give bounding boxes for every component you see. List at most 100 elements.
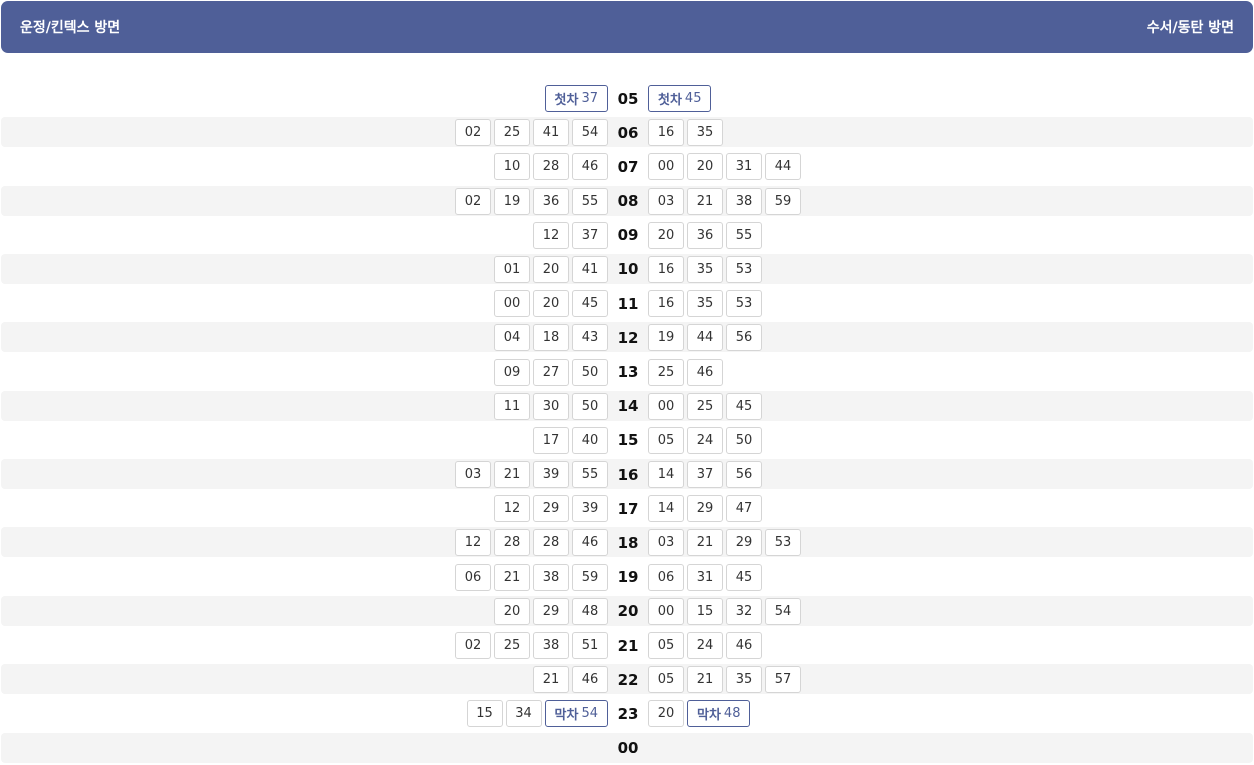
left-departure-chip[interactable]: 34 (505, 700, 542, 728)
right-departure-chip[interactable]: 50 (726, 426, 762, 454)
left-departure-chip[interactable]: 55 (572, 187, 608, 215)
right-departure-chip[interactable]: 21 (687, 187, 723, 215)
left-departure-chip[interactable]: 48 (572, 597, 608, 625)
left-departure-chip[interactable]: 11 (494, 392, 530, 420)
right-departure-chip[interactable]: 31 (687, 563, 723, 591)
left-departure-chip[interactable]: 41 (572, 255, 608, 283)
right-departure-chip[interactable]: 44 (765, 153, 801, 181)
left-departure-chip[interactable]: 04 (494, 324, 530, 352)
right-departure-chip[interactable]: 00 (648, 153, 684, 181)
right-departure-chip[interactable]: 24 (687, 426, 723, 454)
right-departure-chip[interactable]: 35 (687, 290, 723, 318)
left-departure-chip[interactable]: 19 (494, 187, 530, 215)
left-departure-chip[interactable]: 03 (455, 461, 491, 489)
right-departure-chip[interactable]: 59 (765, 187, 801, 215)
left-departure-chip[interactable]: 37 (572, 221, 608, 249)
right-departure-chip[interactable]: 24 (687, 632, 723, 659)
right-departure-chip[interactable]: 56 (726, 324, 762, 352)
left-departure-chip[interactable]: 28 (494, 529, 530, 557)
left-departure-chip[interactable]: 06 (455, 563, 491, 591)
right-departure-chip[interactable]: 14 (648, 495, 684, 523)
right-departure-chip[interactable]: 31 (726, 153, 762, 181)
left-departure-chip[interactable]: 02 (455, 119, 491, 147)
right-departure-chip[interactable]: 03 (648, 187, 684, 215)
left-departure-chip[interactable]: 39 (533, 461, 569, 489)
left-departure-chip[interactable]: 25 (494, 119, 530, 147)
left-special-departure-chip[interactable]: 막차 54 (544, 700, 608, 728)
left-departure-chip[interactable]: 09 (494, 358, 530, 386)
left-departure-chip[interactable]: 20 (533, 255, 569, 283)
right-departure-chip[interactable]: 45 (726, 392, 762, 420)
left-departure-chip[interactable]: 40 (572, 426, 608, 454)
left-departure-chip[interactable]: 20 (494, 597, 530, 625)
right-departure-chip[interactable]: 05 (648, 666, 684, 694)
right-special-departure-chip[interactable]: 첫차 45 (648, 85, 712, 112)
left-departure-chip[interactable]: 12 (533, 221, 569, 249)
left-departure-chip[interactable]: 27 (533, 358, 569, 386)
right-departure-chip[interactable]: 19 (648, 324, 684, 352)
right-departure-chip[interactable]: 25 (687, 392, 723, 420)
left-departure-chip[interactable]: 28 (533, 153, 569, 181)
right-departure-chip[interactable]: 37 (687, 461, 723, 489)
left-departure-chip[interactable]: 00 (494, 290, 530, 318)
right-departure-chip[interactable]: 36 (687, 221, 723, 249)
right-departure-chip[interactable]: 53 (726, 255, 762, 283)
right-departure-chip[interactable]: 00 (648, 392, 684, 420)
left-departure-chip[interactable]: 28 (533, 529, 569, 557)
left-departure-chip[interactable]: 30 (533, 392, 569, 420)
left-departure-chip[interactable]: 15 (466, 700, 503, 728)
right-departure-chip[interactable]: 57 (765, 666, 801, 694)
right-departure-chip[interactable]: 15 (687, 597, 723, 625)
right-departure-chip[interactable]: 54 (765, 597, 801, 625)
right-departure-chip[interactable]: 20 (648, 221, 684, 249)
right-departure-chip[interactable]: 05 (648, 426, 684, 454)
left-departure-chip[interactable]: 46 (572, 666, 608, 694)
left-departure-chip[interactable]: 29 (533, 495, 569, 523)
right-departure-chip[interactable]: 35 (687, 255, 723, 283)
right-departure-chip[interactable]: 35 (687, 119, 723, 147)
right-departure-chip[interactable]: 32 (726, 597, 762, 625)
right-departure-chip[interactable]: 16 (648, 255, 684, 283)
right-departure-chip[interactable]: 38 (726, 187, 762, 215)
right-departure-chip[interactable]: 46 (687, 358, 723, 386)
right-departure-chip[interactable]: 55 (726, 221, 762, 249)
left-departure-chip[interactable]: 25 (494, 632, 530, 659)
right-departure-chip[interactable]: 03 (648, 529, 684, 557)
left-departure-chip[interactable]: 59 (572, 563, 608, 591)
left-departure-chip[interactable]: 21 (533, 666, 569, 694)
left-departure-chip[interactable]: 50 (572, 358, 608, 386)
right-departure-chip[interactable]: 56 (726, 461, 762, 489)
right-departure-chip[interactable]: 06 (648, 563, 684, 591)
right-departure-chip[interactable]: 53 (765, 529, 801, 557)
right-departure-chip[interactable]: 44 (687, 324, 723, 352)
right-departure-chip[interactable]: 00 (648, 597, 684, 625)
left-departure-chip[interactable]: 02 (455, 187, 491, 215)
left-departure-chip[interactable]: 18 (533, 324, 569, 352)
left-departure-chip[interactable]: 29 (533, 597, 569, 625)
right-departure-chip[interactable]: 29 (687, 495, 723, 523)
left-departure-chip[interactable]: 36 (533, 187, 569, 215)
left-departure-chip[interactable]: 41 (533, 119, 569, 147)
right-special-departure-chip[interactable]: 막차 48 (687, 700, 751, 728)
right-departure-chip[interactable]: 45 (726, 563, 762, 591)
left-departure-chip[interactable]: 51 (572, 632, 608, 659)
right-departure-chip[interactable]: 25 (648, 358, 684, 386)
right-departure-chip[interactable]: 16 (648, 290, 684, 318)
right-departure-chip[interactable]: 16 (648, 119, 684, 147)
left-departure-chip[interactable]: 01 (494, 255, 530, 283)
left-departure-chip[interactable]: 38 (533, 563, 569, 591)
right-departure-chip[interactable]: 53 (726, 290, 762, 318)
left-departure-chip[interactable]: 21 (494, 563, 530, 591)
left-departure-chip[interactable]: 10 (494, 153, 530, 181)
left-departure-chip[interactable]: 45 (572, 290, 608, 318)
left-departure-chip[interactable]: 55 (572, 461, 608, 489)
left-departure-chip[interactable]: 46 (572, 153, 608, 181)
right-departure-chip[interactable]: 47 (726, 495, 762, 523)
left-departure-chip[interactable]: 43 (572, 324, 608, 352)
left-departure-chip[interactable]: 38 (533, 632, 569, 659)
left-departure-chip[interactable]: 02 (455, 632, 491, 659)
left-departure-chip[interactable]: 17 (533, 426, 569, 454)
left-departure-chip[interactable]: 54 (572, 119, 608, 147)
right-departure-chip[interactable]: 21 (687, 529, 723, 557)
left-departure-chip[interactable]: 20 (533, 290, 569, 318)
